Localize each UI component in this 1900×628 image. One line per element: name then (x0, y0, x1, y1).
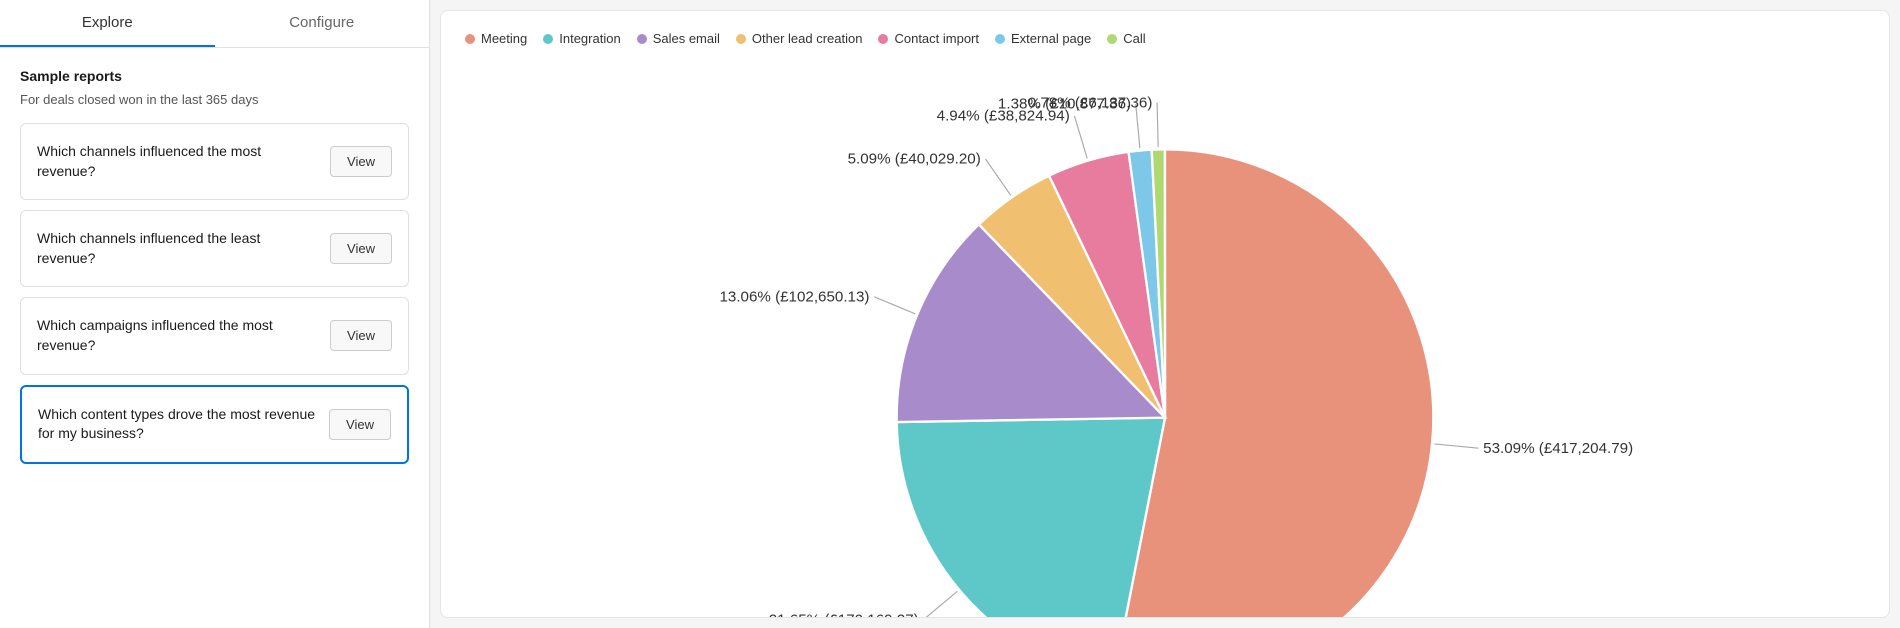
legend-dot-integration (543, 34, 553, 44)
legend-item-meeting: Meeting (465, 31, 527, 46)
label-text-integration: 21.65% (£170,169.27) (769, 611, 919, 618)
legend-label-contact-import: Contact import (894, 31, 979, 46)
section-subtitle: For deals closed won in the last 365 day… (20, 92, 409, 107)
legend-dot-contact-import (878, 34, 888, 44)
legend-label-integration: Integration (559, 31, 620, 46)
chart-legend: Meeting Integration Sales email Other le… (465, 31, 1865, 46)
legend-item-sales-email: Sales email (637, 31, 720, 46)
label-line-meeting (1434, 444, 1478, 448)
report-text-2: Which channels influenced the least reve… (37, 229, 318, 268)
sidebar-body: Sample reports For deals closed won in t… (0, 48, 429, 628)
legend-label-meeting: Meeting (481, 31, 527, 46)
label-text-meeting: 53.09% (£417,204.79) (1483, 440, 1633, 457)
legend-label-other-lead: Other lead creation (752, 31, 863, 46)
label-line-contact-import (1074, 116, 1087, 158)
legend-dot-external-page (995, 34, 1005, 44)
sidebar: Explore Configure Sample reports For dea… (0, 0, 430, 628)
report-text-4: Which content types drove the most reven… (38, 405, 317, 444)
view-button-1[interactable]: View (330, 146, 392, 177)
section-title: Sample reports (20, 68, 409, 84)
legend-item-integration: Integration (543, 31, 620, 46)
report-text-3: Which campaigns influenced the most reve… (37, 316, 318, 355)
legend-item-contact-import: Contact import (878, 31, 979, 46)
view-button-3[interactable]: View (330, 320, 392, 351)
report-card-1: Which channels influenced the most reven… (20, 123, 409, 200)
label-line-other-lead (985, 159, 1010, 195)
legend-item-external-page: External page (995, 31, 1091, 46)
legend-label-call: Call (1123, 31, 1145, 46)
label-line-sales-email (874, 297, 915, 314)
legend-dot-other-lead (736, 34, 746, 44)
legend-dot-meeting (465, 34, 475, 44)
tab-configure[interactable]: Configure (215, 0, 430, 47)
report-text-1: Which channels influenced the most reven… (37, 142, 318, 181)
chart-area: 53.09% (£417,204.79) 21.65% (£170,169.27)… (465, 56, 1865, 618)
tab-bar: Explore Configure (0, 0, 429, 48)
legend-item-call: Call (1107, 31, 1145, 46)
report-card-3: Which campaigns influenced the most reve… (20, 297, 409, 374)
report-card-2: Which channels influenced the least reve… (20, 210, 409, 287)
view-button-2[interactable]: View (330, 233, 392, 264)
legend-dot-sales-email (637, 34, 647, 44)
label-line-integration (923, 591, 957, 618)
legend-item-other-lead: Other lead creation (736, 31, 863, 46)
pie-segment-integration (897, 418, 1165, 618)
label-text-call: 0.78% (£6,137.36) (1028, 94, 1153, 111)
pie-chart-svg: 53.09% (£417,204.79) 21.65% (£170,169.27)… (465, 56, 1865, 618)
legend-label-external-page: External page (1011, 31, 1091, 46)
label-line-call (1157, 103, 1158, 147)
label-text-sales-email: 13.06% (£102,650.13) (719, 288, 869, 305)
view-button-4[interactable]: View (329, 409, 391, 440)
legend-label-sales-email: Sales email (653, 31, 720, 46)
label-text-other-lead: 5.09% (£40,029.20) (848, 151, 981, 168)
tab-explore[interactable]: Explore (0, 0, 215, 47)
report-card-4: Which content types drove the most reven… (20, 385, 409, 464)
legend-dot-call (1107, 34, 1117, 44)
main-content: Meeting Integration Sales email Other le… (440, 10, 1890, 618)
